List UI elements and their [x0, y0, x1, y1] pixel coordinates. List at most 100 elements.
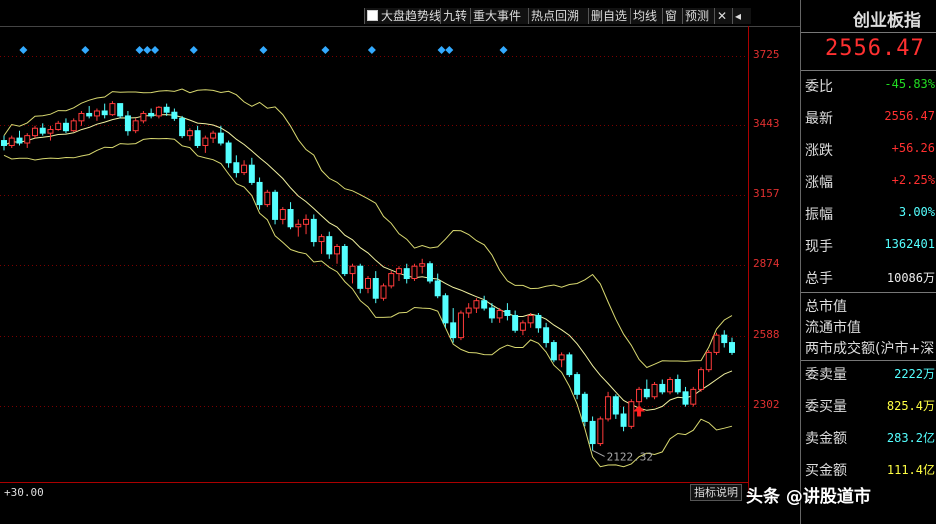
- candle-body: [349, 265, 356, 275]
- candle: [241, 160, 248, 176]
- candle-body: [465, 307, 472, 314]
- candle: [326, 231, 333, 259]
- candle: [93, 108, 100, 121]
- quote-label: 振幅: [805, 207, 833, 223]
- low-pointer: [592, 450, 605, 457]
- candle: [132, 118, 139, 134]
- index-price: 2556.47: [825, 36, 925, 61]
- candle: [558, 352, 565, 368]
- event-marker-icon[interactable]: [321, 46, 330, 54]
- candle: [155, 106, 162, 119]
- candle: [450, 308, 457, 343]
- candle: [550, 340, 557, 363]
- event-marker-icon[interactable]: [437, 46, 446, 54]
- candle: [279, 207, 286, 225]
- candle: [682, 386, 689, 407]
- candle: [225, 140, 232, 168]
- candle-body: [705, 351, 712, 371]
- candle: [31, 125, 38, 139]
- indicator-help-button[interactable]: 指标说明: [690, 484, 742, 501]
- candlestick-chart[interactable]: 2122.32: [0, 26, 748, 482]
- nine-turn-button[interactable]: 九转: [440, 8, 471, 24]
- event-marker-icon[interactable]: [143, 46, 152, 54]
- quote-row: 涨跌 +56.26: [805, 134, 936, 164]
- candle: [426, 261, 433, 284]
- candle: [519, 320, 526, 336]
- candle-body: [78, 112, 85, 122]
- candle-body: [8, 137, 15, 146]
- candle-body: [581, 393, 588, 422]
- major-events-button[interactable]: 重大事件: [470, 8, 529, 24]
- candle-body: [504, 310, 511, 316]
- delete-icon[interactable]: ✕: [714, 8, 733, 24]
- middle-band: [3, 114, 733, 411]
- candle: [535, 313, 542, 333]
- event-marker-icon[interactable]: [445, 46, 454, 54]
- candle-body: [620, 413, 627, 427]
- forecast-button[interactable]: 预测: [682, 8, 715, 24]
- candle: [589, 416, 596, 451]
- candle: [295, 219, 302, 237]
- event-marker-icon[interactable]: [499, 46, 508, 54]
- y-tick-label: 3725: [753, 47, 780, 61]
- candle-body: [558, 354, 565, 361]
- candle: [47, 125, 54, 141]
- checkbox-icon[interactable]: [367, 10, 378, 21]
- remove-watchlist-button[interactable]: 删自选: [588, 8, 633, 24]
- quote-label: 涨跌: [805, 143, 833, 159]
- candle-body: [186, 130, 193, 137]
- up-arrow-icon: [633, 405, 646, 417]
- candle: [194, 125, 201, 148]
- candle: [465, 303, 472, 318]
- candle: [729, 337, 735, 355]
- candle-body: [674, 379, 681, 393]
- candle-body: [388, 273, 395, 287]
- two-market-turnover-label: 两市成交额(沪市+深: [805, 341, 935, 357]
- candle-body: [481, 300, 488, 309]
- event-marker-icon[interactable]: [151, 46, 160, 54]
- candle: [117, 103, 124, 119]
- candle-body: [117, 103, 124, 117]
- candle-body: [434, 280, 441, 297]
- event-marker-icon[interactable]: [259, 46, 268, 54]
- hotspot-review-button[interactable]: 热点回溯: [528, 8, 589, 24]
- candle: [690, 386, 697, 407]
- candle: [341, 244, 348, 277]
- candle-body: [550, 342, 557, 361]
- event-marker-icon[interactable]: [19, 46, 28, 54]
- chart-bottom-bar: +30.00 指标说明: [0, 482, 748, 501]
- candle-body: [643, 388, 650, 398]
- candle: [380, 283, 387, 301]
- candle-body: [155, 106, 162, 117]
- candle: [566, 352, 573, 378]
- window-button[interactable]: 窗: [662, 8, 683, 24]
- candle-body: [519, 322, 526, 331]
- moving-average-button[interactable]: 均线: [630, 8, 663, 24]
- quote-row: 卖金额 283.2亿: [805, 422, 936, 452]
- candle: [171, 108, 178, 121]
- candle-body: [241, 164, 248, 174]
- quote-value: +2.25%: [891, 173, 935, 187]
- quote-row: 总手 10086万: [805, 262, 936, 292]
- candle-body: [698, 369, 705, 390]
- event-marker-icon[interactable]: [81, 46, 90, 54]
- quote-label: 总手: [805, 271, 833, 287]
- event-marker-icon[interactable]: [367, 46, 376, 54]
- y-tick-label: 3157: [753, 187, 780, 201]
- price-axis: 3725 3443 3157 2874 2588 2302: [748, 26, 801, 498]
- event-marker-icon[interactable]: [135, 46, 144, 54]
- candle: [24, 133, 31, 148]
- event-marker-icon[interactable]: [189, 46, 198, 54]
- quote-row: 振幅 3.00%: [805, 198, 936, 228]
- quote-value: 3.00%: [898, 205, 935, 219]
- candle: [148, 108, 155, 119]
- candle-body: [380, 285, 387, 299]
- candle-body: [248, 164, 255, 183]
- event-markers[interactable]: [19, 46, 508, 54]
- candle-body: [279, 209, 286, 220]
- candle: [264, 189, 271, 208]
- collapse-icon[interactable]: ◂: [732, 8, 751, 24]
- candle-body: [1, 140, 7, 146]
- candle-body: [303, 218, 310, 225]
- quote-row: 委卖量 2222万: [805, 358, 936, 388]
